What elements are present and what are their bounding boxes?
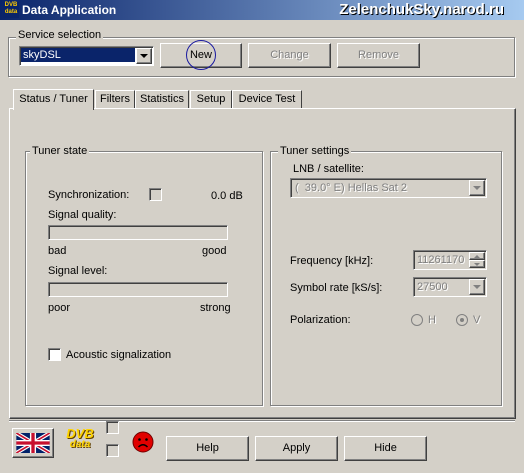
language-button[interactable] — [12, 428, 54, 458]
frequency-value: 11261170 — [417, 254, 465, 266]
dropdown-arrow-icon[interactable] — [136, 48, 152, 64]
polarization-v-radio[interactable] — [456, 314, 468, 326]
hide-button[interactable]: Hide — [344, 436, 427, 461]
change-button-label: Change — [270, 49, 309, 61]
tab-setup-label: Setup — [196, 93, 226, 105]
status-indicator-1 — [106, 421, 119, 434]
signal-level-label: Signal level: — [48, 265, 108, 277]
change-button[interactable]: Change — [248, 43, 331, 68]
watermark-text: ZelenchukSky.narod.ru — [339, 1, 504, 18]
tab-filters-label: Filters — [100, 93, 130, 105]
synchronization-label: Synchronization: — [48, 189, 130, 201]
service-selection-label: Service selection — [16, 29, 104, 41]
symbol-rate-label: Symbol rate [kS/s]: — [290, 282, 383, 294]
apply-button-label: Apply — [282, 442, 311, 454]
title-bar[interactable]: DVB data Data Application ZelenchukSky.na… — [0, 0, 524, 20]
spin-down-icon[interactable] — [469, 260, 485, 268]
remove-button-label: Remove — [358, 49, 399, 61]
service-select-value: skyDSL — [21, 48, 135, 62]
signal-quality-bar — [48, 225, 228, 240]
tab-filters[interactable]: Filters — [95, 90, 135, 108]
remove-button[interactable]: Remove — [337, 43, 420, 68]
frequency-label: Frequency [kHz]: — [290, 255, 374, 267]
apply-button[interactable]: Apply — [255, 436, 338, 461]
symbol-rate-select[interactable]: 27500 — [413, 277, 487, 297]
level-high-label: strong — [200, 302, 231, 314]
sad-face-icon — [132, 431, 154, 453]
help-button-label: Help — [196, 442, 219, 454]
acoustic-signalization-checkbox[interactable] — [48, 348, 61, 361]
tab-status-tuner[interactable]: Status / Tuner — [13, 89, 94, 110]
symbol-rate-value: 27500 — [417, 281, 448, 293]
symbol-rate-arrow-icon[interactable] — [469, 279, 485, 295]
polarization-v-label: V — [473, 314, 481, 326]
signal-level-bar — [48, 282, 228, 297]
help-button[interactable]: Help — [166, 436, 249, 461]
tab-setup[interactable]: Setup — [190, 90, 232, 108]
tuner-state-label: Tuner state — [30, 145, 90, 157]
hide-button-label: Hide — [374, 442, 397, 454]
status-indicator-2 — [106, 444, 119, 457]
uk-flag-icon — [16, 433, 50, 453]
lnb-satellite-value: ( 39.0° E) Hellas Sat 2 — [295, 182, 408, 194]
synchronization-indicator — [149, 188, 162, 201]
quality-low-label: bad — [48, 245, 67, 257]
tab-status-tuner-label: Status / Tuner — [19, 93, 88, 105]
polarization-label: Polarization: — [290, 314, 351, 326]
tab-device-test[interactable]: Device Test — [232, 90, 302, 108]
tab-statistics[interactable]: Statistics — [135, 90, 189, 108]
lnb-satellite-select[interactable]: ( 39.0° E) Hellas Sat 2 — [290, 178, 487, 198]
signal-quality-label: Signal quality: — [48, 209, 117, 221]
lnb-dropdown-arrow-icon[interactable] — [469, 180, 485, 196]
tab-statistics-label: Statistics — [139, 93, 184, 105]
acoustic-signalization-label: Acoustic signalization — [66, 349, 172, 361]
dvb-data-logo: DVB data — [62, 427, 98, 455]
bottom-separator — [9, 420, 515, 422]
window-title: Data Application — [22, 3, 117, 17]
spin-up-icon[interactable] — [469, 252, 485, 260]
polarization-h-label: H — [428, 314, 436, 326]
frequency-spinner[interactable]: 11261170 — [413, 250, 487, 270]
level-low-label: poor — [48, 302, 71, 314]
polarization-h-radio[interactable] — [411, 314, 423, 326]
service-select[interactable]: skyDSL — [19, 46, 154, 66]
highlight-ring — [186, 40, 216, 70]
tuner-settings-label: Tuner settings — [278, 145, 352, 157]
synchronization-value: 0.0 dB — [211, 190, 243, 202]
lnb-satellite-label: LNB / satellite: — [293, 163, 364, 175]
logo-bottom: data — [69, 439, 91, 450]
quality-high-label: good — [202, 245, 227, 257]
tab-device-test-label: Device Test — [238, 93, 296, 105]
app-icon[interactable]: DVB data — [3, 2, 19, 18]
